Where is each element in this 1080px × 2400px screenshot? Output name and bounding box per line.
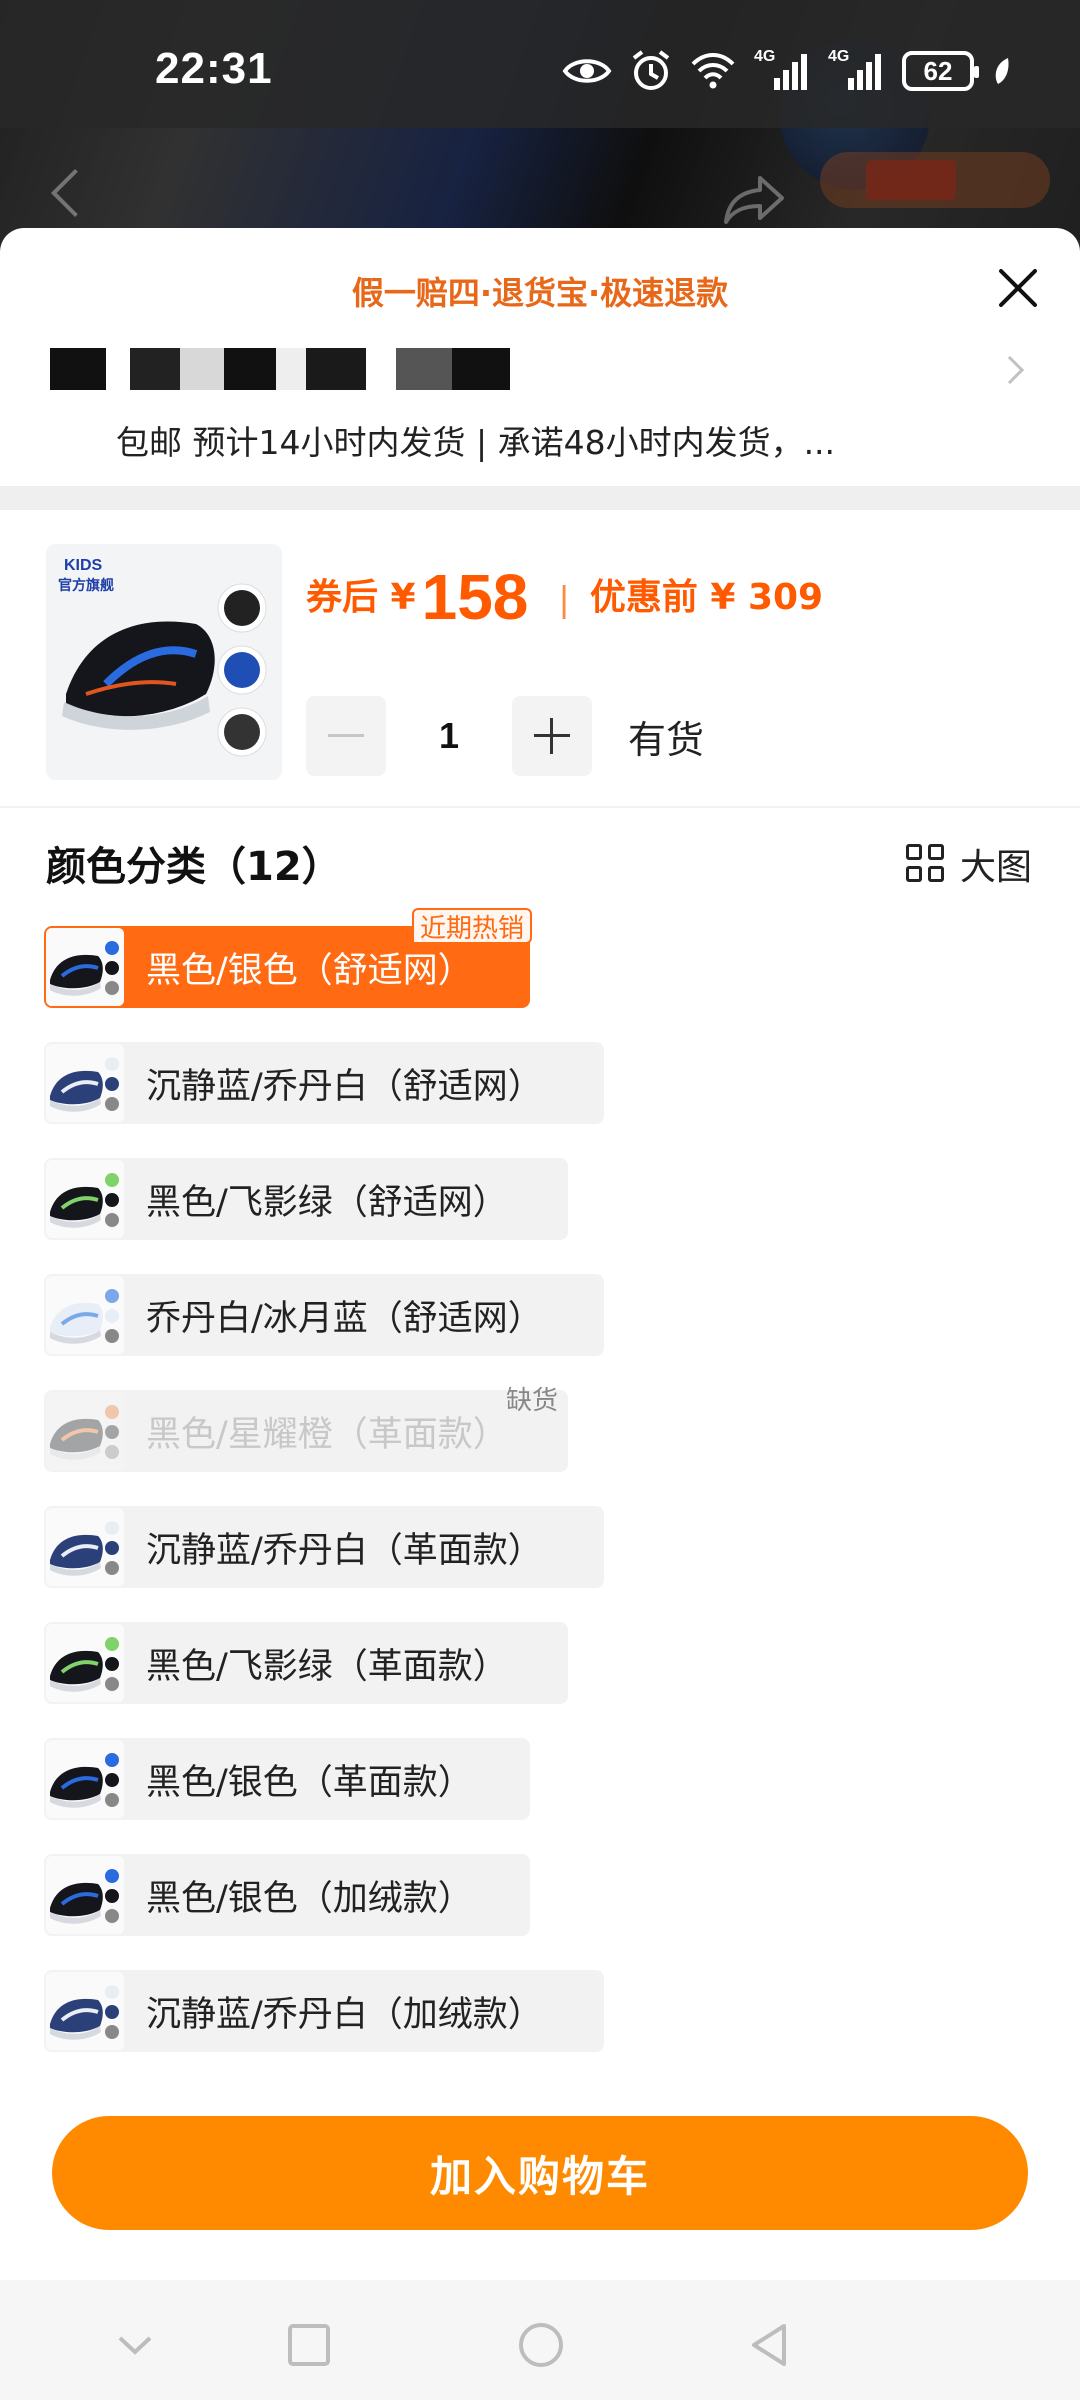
variant-option[interactable]: 黑色/飞影绿（革面款）: [44, 1622, 568, 1704]
coupon-price: 158: [421, 561, 529, 633]
coupon-price-prefix: 券后 ¥: [306, 577, 416, 618]
variant-label: 黑色/飞影绿（革面款）: [146, 1646, 508, 1687]
variant-list: 黑色/银色（舒适网） 近期热销沉静蓝/乔丹白（舒适网） 黑色/飞影绿（舒适网） 乔丹白…: [44, 908, 1044, 2086]
big-view-toggle[interactable]: 大图: [906, 838, 1032, 890]
variant-thumbnail: [46, 1160, 124, 1238]
variant-thumbnail: [46, 928, 124, 1006]
leaf-icon: [995, 58, 1009, 84]
variant-thumbnail: [46, 1392, 124, 1470]
wifi-icon: [691, 53, 735, 89]
home-icon[interactable]: [516, 2320, 566, 2370]
thumbnail-brand: KIDS: [64, 557, 103, 574]
eye-icon: [562, 59, 612, 83]
variant-label: 沉静蓝/乔丹白（革面款）: [146, 1530, 543, 1571]
back-icon[interactable]: [744, 2320, 794, 2370]
variant-label: 乔丹白/冰月蓝（舒适网）: [146, 1298, 543, 1339]
cell-signal-icon: 4G: [828, 48, 884, 94]
battery-level: 62: [923, 55, 953, 86]
redacted-address[interactable]: [50, 348, 510, 390]
variant-option[interactable]: 沉静蓝/乔丹白（加绒款）: [44, 1970, 604, 2052]
chevron-right-icon[interactable]: [995, 355, 1025, 385]
variant-label: 黑色/银色（革面款）: [146, 1762, 473, 1803]
sku-selector-sheet: 假一赔四·退货宝·极速退款 包邮 预计14小时内发货 | 承诺48小时内发货，.…: [0, 228, 1080, 2280]
big-view-label: 大图: [960, 847, 1033, 888]
variant-option[interactable]: 沉静蓝/乔丹白（舒适网）: [44, 1042, 604, 1124]
thumbnail-store: 官方旗舰: [58, 577, 114, 594]
variant-option[interactable]: 黑色/银色（舒适网） 近期热销: [44, 908, 532, 1008]
color-section-title: 颜色分类（12）: [46, 844, 342, 890]
battery-icon: 62: [902, 51, 979, 91]
quantity-increase-button[interactable]: [512, 696, 592, 776]
recent-apps-icon[interactable]: [284, 2320, 334, 2370]
guarantee-banner: 假一赔四·退货宝·极速退款: [351, 274, 729, 312]
variant-thumbnail: [46, 1856, 124, 1934]
price-row: 券后 ¥ 158 | 优惠前 ¥ 309: [306, 534, 823, 634]
variant-label: 黑色/银色（加绒款）: [146, 1878, 473, 1919]
quantity-stepper: 1 有货: [306, 696, 704, 776]
grid-icon: [906, 844, 946, 884]
variant-thumbnail: [46, 1276, 124, 1354]
status-bar: 22:31 4G 4G 62: [0, 0, 1080, 128]
screen: 22:31 4G 4G 62 假一赔四·退货宝·极速退款 包邮 预计14小时内发…: [0, 0, 1080, 2400]
status-time: 22:31: [155, 44, 273, 93]
stock-status: 有货: [628, 717, 705, 762]
section-divider: [0, 486, 1080, 510]
variant-thumbnail: [46, 1740, 124, 1818]
close-button[interactable]: [990, 260, 1046, 316]
variant-label: 黑色/星耀橙（革面款）: [146, 1414, 508, 1455]
chevron-down-icon[interactable]: [110, 2320, 160, 2370]
cell-signal-icon: 4G: [754, 48, 810, 94]
hot-sale-tag: 近期热销: [411, 908, 532, 944]
original-price: 优惠前 ¥ 309: [589, 577, 824, 618]
variant-thumbnail: [46, 1972, 124, 2050]
variant-thumbnail: [46, 1044, 124, 1122]
section-divider: [0, 806, 1080, 808]
system-nav-bar: [0, 2280, 1080, 2400]
variant-option[interactable]: 乔丹白/冰月蓝（舒适网）: [44, 1274, 604, 1356]
variant-label: 黑色/飞影绿（舒适网）: [146, 1182, 508, 1223]
quantity-decrease-button[interactable]: [306, 696, 386, 776]
shipping-info: 包邮 预计14小时内发货 | 承诺48小时内发货，...: [116, 423, 836, 462]
alarm-icon: [632, 50, 670, 90]
variant-option[interactable]: 沉静蓝/乔丹白（革面款）: [44, 1506, 604, 1588]
variant-option[interactable]: 黑色/银色（革面款）: [44, 1738, 530, 1820]
variant-option[interactable]: 黑色/银色（加绒款）: [44, 1854, 530, 1936]
variant-label: 黑色/银色（舒适网）: [146, 950, 473, 991]
variant-option: 黑色/星耀橙（革面款） 缺货: [44, 1386, 568, 1472]
add-to-cart-button[interactable]: 加入购物车: [52, 2116, 1028, 2230]
variant-label: 沉静蓝/乔丹白（加绒款）: [146, 1994, 543, 2035]
variant-thumbnail: [46, 1508, 124, 1586]
variant-option[interactable]: 黑色/飞影绿（舒适网）: [44, 1158, 568, 1240]
status-icons: 4G 4G 62: [562, 48, 1012, 94]
out-of-stock-tag: 缺货: [505, 1386, 558, 1416]
price-separator: |: [558, 580, 570, 620]
variant-label: 沉静蓝/乔丹白（舒适网）: [146, 1066, 543, 1107]
share-icon: [724, 176, 784, 224]
quantity-value[interactable]: 1: [386, 715, 512, 757]
product-thumbnail[interactable]: KIDS 官方旗舰: [46, 544, 282, 780]
variant-thumbnail: [46, 1624, 124, 1702]
